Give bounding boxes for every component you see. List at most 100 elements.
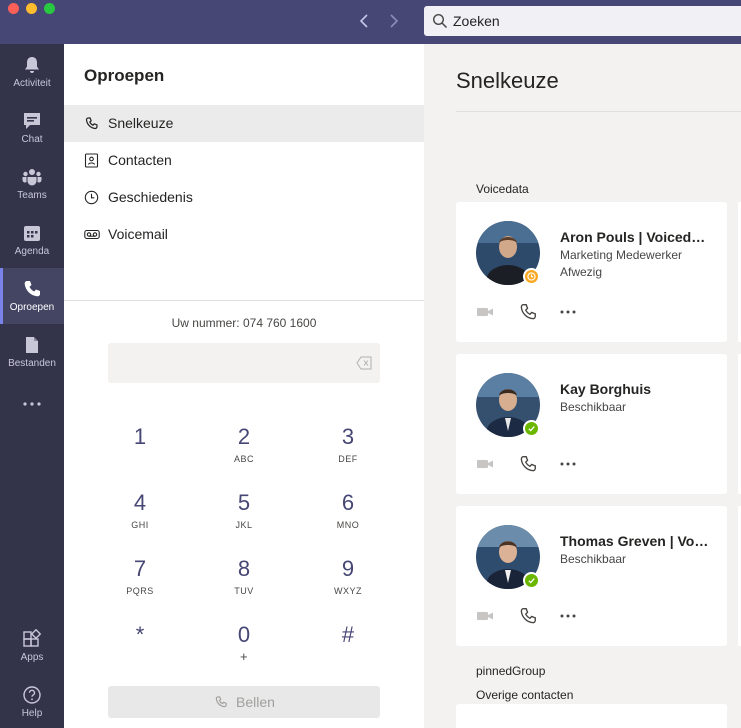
dial-number-input[interactable]: [108, 343, 380, 383]
title-bar: [0, 0, 741, 44]
contact-card-partial[interactable]: [456, 704, 727, 728]
contact-card[interactable]: Aron Pouls | Voicedata Marketing Medewer…: [456, 202, 727, 342]
history-icon: [84, 190, 99, 205]
my-number: Uw nummer: 074 760 1600: [171, 316, 317, 330]
rail-label: Bestanden: [8, 358, 56, 369]
contact-card[interactable]: Kay Borghuis Beschikbaar: [456, 354, 727, 494]
rail-more-button[interactable]: [0, 380, 64, 436]
keypad-key-3[interactable]: 3 DEF: [308, 424, 388, 476]
call-button[interactable]: Bellen: [108, 686, 380, 718]
search-icon: [432, 13, 448, 29]
phone-icon: [215, 696, 227, 708]
search-input[interactable]: [453, 11, 733, 31]
video-call-icon[interactable]: [476, 606, 496, 626]
rail-item-agenda[interactable]: Agenda: [0, 212, 64, 268]
contact-name: Aron Pouls | Voicedata: [560, 229, 710, 245]
nav-item-label: Voicemail: [108, 226, 168, 242]
key-digit: 2: [237, 424, 251, 449]
rail-item-oproepen[interactable]: Oproepen: [0, 268, 64, 324]
keypad-key-6[interactable]: 6 MNO: [308, 490, 388, 542]
call-button-label: Bellen: [236, 694, 275, 710]
rail-item-teams[interactable]: Teams: [0, 156, 64, 212]
contact-status: Beschikbaar: [560, 400, 627, 414]
keypad-key-5[interactable]: 5 JKL: [204, 490, 284, 542]
group-label-voicedata: Voicedata: [476, 182, 529, 196]
nav-item-geschiedenis[interactable]: Geschiedenis: [64, 179, 424, 216]
contact-actions: [476, 606, 596, 626]
backspace-icon[interactable]: [356, 356, 372, 370]
phone-icon: [85, 117, 98, 130]
key-digit: 0: [237, 622, 251, 647]
divider: [64, 300, 424, 301]
key-digit: 3: [341, 424, 355, 449]
key-letters: WXYZ: [334, 586, 362, 596]
presence-available-icon: [523, 420, 540, 437]
keypad-key-9[interactable]: 9 WXYZ: [308, 556, 388, 608]
keypad-key-7[interactable]: 7 PQRS: [100, 556, 180, 608]
keypad-key-1[interactable]: 1: [100, 424, 180, 476]
rail-item-help[interactable]: Help: [0, 674, 64, 728]
audio-call-icon[interactable]: [518, 606, 538, 626]
nav-item-snelkeuze[interactable]: Snelkeuze: [64, 105, 424, 142]
rail-item-activiteit[interactable]: Activiteit: [0, 44, 64, 100]
speed-dial-panel: Snelkeuze Voicedata Aron Pouls | Voiceda…: [424, 44, 741, 728]
forward-arrow-icon[interactable]: [384, 12, 402, 30]
contact-actions: [476, 302, 596, 322]
help-icon: [23, 686, 41, 704]
rail-label: Apps: [20, 652, 44, 663]
audio-call-icon[interactable]: [518, 454, 538, 474]
divider: [456, 111, 741, 112]
keypad-key-0[interactable]: 0 +: [204, 622, 284, 674]
keypad-key-4[interactable]: 4 GHI: [100, 490, 180, 542]
key-letters: TUV: [234, 586, 254, 596]
more-options-icon[interactable]: [558, 454, 578, 474]
back-arrow-icon[interactable]: [356, 12, 374, 30]
contact-name: Kay Borghuis: [560, 381, 652, 397]
more-options-icon[interactable]: [558, 302, 578, 322]
rail-item-chat[interactable]: Chat: [0, 100, 64, 156]
rail-item-apps[interactable]: Apps: [0, 618, 64, 674]
search-box[interactable]: [424, 6, 741, 36]
bell-icon: [25, 57, 39, 73]
teams-icon: [22, 169, 42, 186]
nav-item-contacten[interactable]: Contacten: [64, 142, 424, 179]
minimize-window-button[interactable]: [26, 3, 37, 14]
nav-item-label: Geschiedenis: [108, 189, 193, 205]
key-letters: MNO: [336, 520, 360, 530]
audio-call-icon[interactable]: [518, 302, 538, 322]
key-digit: #: [341, 622, 355, 647]
chat-icon: [24, 113, 40, 129]
presence-away-icon: [523, 268, 540, 285]
contact-card[interactable]: Thomas Greven | Voicedata Beschikbaar: [456, 506, 727, 646]
voicemail-icon: [84, 229, 100, 240]
page-title: Snelkeuze: [456, 68, 559, 93]
nav-item-voicemail[interactable]: Voicemail: [64, 216, 424, 253]
zoom-window-button[interactable]: [44, 3, 55, 14]
key-letters: GHI: [131, 520, 149, 530]
keypad-key-2[interactable]: 2 ABC: [204, 424, 284, 476]
more-options-icon[interactable]: [558, 606, 578, 626]
group-label-other-contacts: Overige contacten: [476, 688, 574, 702]
nav-item-label: Snelkeuze: [108, 115, 174, 131]
key-digit: *: [135, 622, 145, 647]
key-digit: 8: [237, 556, 251, 581]
key-letters: PQRS: [126, 586, 154, 596]
rail-label: Oproepen: [9, 302, 55, 313]
rail-label: Teams: [17, 190, 47, 201]
close-window-button[interactable]: [8, 3, 19, 14]
keypad-key-8[interactable]: 8 TUV: [204, 556, 284, 608]
nav-item-label: Contacten: [108, 152, 172, 168]
rail-label: Agenda: [14, 246, 50, 257]
contact-actions: [476, 454, 596, 474]
keypad-key-hash[interactable]: #: [308, 622, 388, 674]
key-digit: 9: [341, 556, 355, 581]
keypad-key-star[interactable]: *: [100, 622, 180, 674]
calls-title: Oproepen: [84, 66, 165, 85]
file-icon: [26, 337, 38, 353]
rail-label: Chat: [21, 134, 43, 145]
video-call-icon[interactable]: [476, 454, 496, 474]
key-letters: DEF: [338, 454, 358, 464]
video-call-icon[interactable]: [476, 302, 496, 322]
calendar-icon: [24, 226, 40, 241]
rail-item-bestanden[interactable]: Bestanden: [0, 324, 64, 380]
